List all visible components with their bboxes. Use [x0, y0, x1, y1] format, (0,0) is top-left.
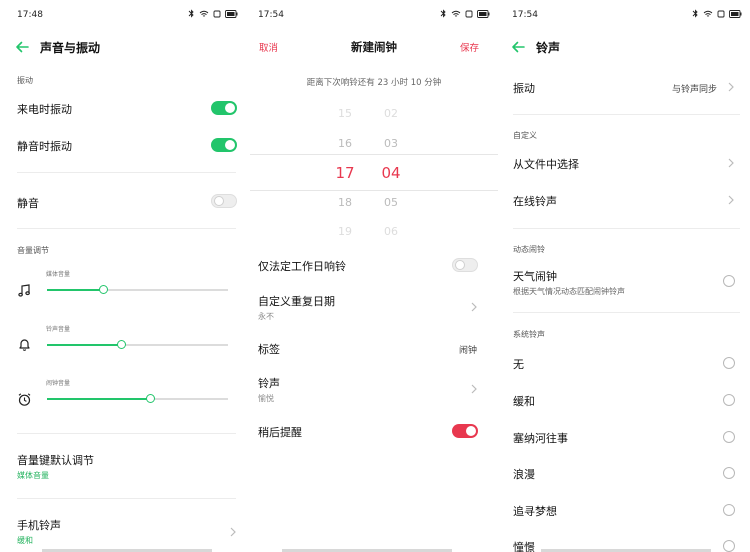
radio-button[interactable] — [723, 540, 735, 552]
alarm-clock-icon — [18, 393, 31, 406]
workdays-only-toggle[interactable] — [452, 258, 478, 272]
back-arrow-icon[interactable] — [510, 39, 526, 55]
section-system: 系统铃声 — [513, 330, 545, 339]
media-volume-label: 媒体音量 — [46, 271, 71, 278]
divider — [17, 228, 236, 229]
music-note-icon — [18, 284, 30, 297]
status-time: 17:54 — [258, 10, 284, 20]
radio-button[interactable] — [723, 275, 735, 287]
status-bar: 17:48 — [0, 8, 246, 24]
weather-alarm-desc: 根据天气情况动态匹配闹钟铃声 — [513, 287, 625, 296]
section-custom: 自定义 — [513, 131, 537, 140]
header: 声音与振动 — [0, 36, 246, 60]
vibrate-on-ring-toggle[interactable] — [211, 101, 237, 115]
section-vibration: 振动 — [17, 76, 33, 85]
wifi-icon — [451, 10, 461, 17]
selected-hour: 17 — [335, 164, 355, 182]
radio-button[interactable] — [723, 394, 735, 406]
divider — [513, 228, 740, 229]
snooze-toggle[interactable] — [452, 424, 478, 438]
alarm-volume-label: 闹钟音量 — [46, 380, 71, 387]
wifi-icon — [703, 10, 713, 17]
divider — [17, 172, 236, 173]
bluetooth-icon — [188, 9, 194, 18]
battery-icon — [477, 9, 490, 18]
chevron-right-icon — [471, 384, 477, 394]
sim-icon — [717, 10, 725, 17]
bluetooth-icon — [440, 9, 446, 18]
next-ring-hint: 距离下次响铃还有 23 小时 10 分钟 — [306, 78, 442, 88]
chevron-right-icon — [230, 527, 236, 537]
bluetooth-icon — [692, 9, 698, 18]
sound-vibration-screen: 17:48 声音与振动 振动 来电时振动 静音时振动 静音 音量调节 媒体音量 … — [0, 0, 246, 552]
battery-icon — [729, 9, 742, 18]
section-volume: 音量调节 — [17, 246, 49, 255]
page-title: 声音与振动 — [40, 41, 101, 55]
media-volume-slider[interactable] — [47, 285, 228, 294]
picker-line — [250, 190, 498, 191]
slider-thumb[interactable] — [146, 394, 156, 403]
header: 铃声 — [503, 36, 750, 60]
radio-button[interactable] — [723, 357, 735, 369]
divider — [513, 312, 740, 313]
status-time: 17:54 — [512, 10, 538, 20]
alarm-volume-slider[interactable] — [47, 394, 228, 403]
custom-repeat-value: 永不 — [258, 312, 274, 321]
save-button[interactable]: 保存 — [460, 40, 479, 54]
radio-button[interactable] — [723, 431, 735, 443]
ring-volume-label: 铃声音量 — [46, 326, 71, 333]
status-time: 17:48 — [17, 10, 43, 20]
back-arrow-icon[interactable] — [14, 39, 30, 55]
section-dynamic: 动态闹铃 — [513, 245, 545, 254]
sim-icon — [465, 10, 473, 17]
picker-line — [250, 154, 498, 155]
new-alarm-screen: 17:54 取消 新建闹钟 保存 距离下次响铃还有 23 小时 10 分钟 15… — [250, 0, 498, 552]
wifi-icon — [199, 10, 209, 17]
chevron-right-icon — [728, 82, 734, 92]
silent-toggle[interactable] — [211, 194, 237, 208]
chevron-right-icon — [728, 158, 734, 168]
slider-thumb[interactable] — [117, 340, 127, 349]
chevron-right-icon — [728, 195, 734, 205]
ringtone-value: 愉悦 — [258, 394, 274, 403]
header: 取消 新建闹钟 保存 — [250, 36, 498, 60]
battery-icon — [225, 9, 238, 18]
divider — [513, 114, 740, 115]
radio-button[interactable] — [723, 467, 735, 479]
status-icons — [440, 9, 490, 18]
phone-ringtone-value: 缓和 — [17, 536, 33, 545]
label-value: 闹钟 — [458, 346, 477, 356]
selected-minute: 04 — [381, 164, 401, 182]
page-title: 铃声 — [536, 41, 561, 55]
divider — [17, 433, 236, 434]
ringtone-screen: 17:54 铃声 振动 与铃声同步 自定义 从文件中选择 在线铃声 动态闹铃 天… — [503, 0, 750, 552]
volume-key-default-value: 媒体音量 — [17, 471, 49, 480]
status-bar: 17:54 — [503, 8, 750, 24]
radio-button[interactable] — [723, 504, 735, 516]
vibration-value: 与铃声同步 — [671, 85, 717, 95]
slider-thumb[interactable] — [99, 285, 109, 294]
chevron-right-icon — [471, 302, 477, 312]
status-icons — [188, 9, 238, 18]
bell-icon — [19, 339, 30, 351]
status-bar: 17:54 — [250, 8, 498, 24]
status-icons — [692, 9, 742, 18]
divider — [17, 498, 236, 499]
ring-volume-slider[interactable] — [47, 340, 228, 349]
sim-icon — [213, 10, 221, 17]
vibrate-on-silent-toggle[interactable] — [211, 138, 237, 152]
